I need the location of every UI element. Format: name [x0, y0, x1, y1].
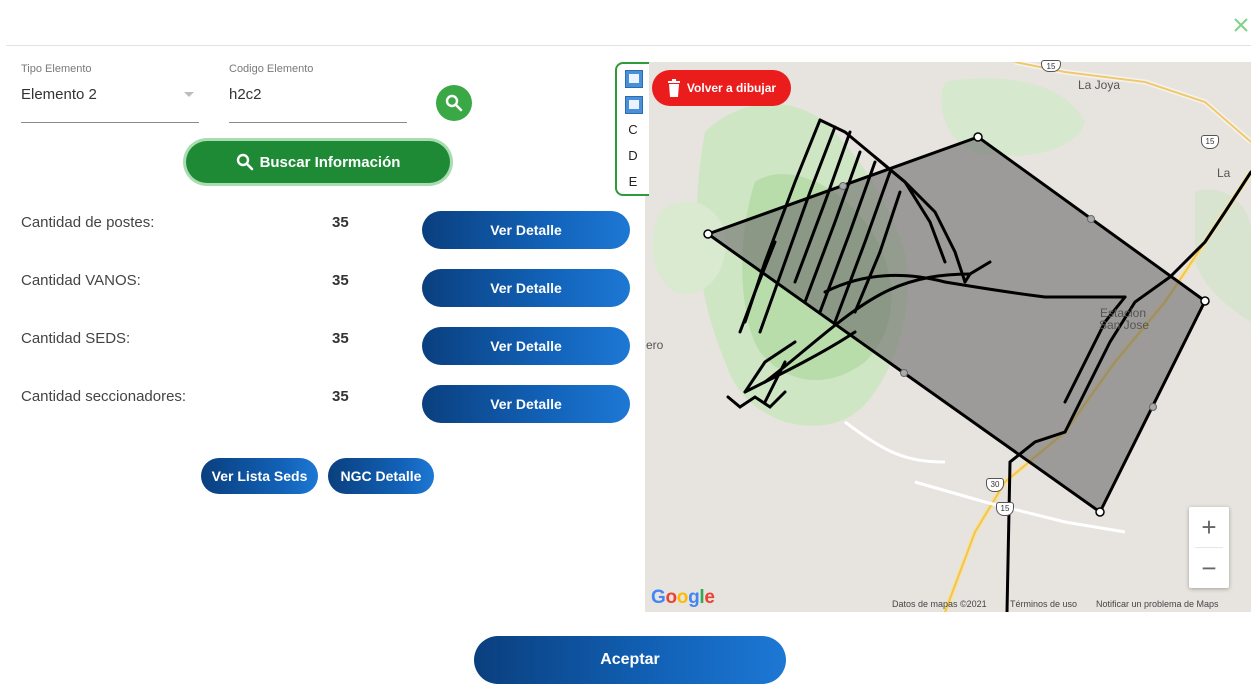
vanos-count: 35 [332, 272, 349, 289]
search-icon [236, 153, 253, 171]
route-shield-icon: 15 [1041, 60, 1061, 72]
route-shield-icon: 30 [986, 478, 1004, 492]
map-label-la-joya: La Joya [1078, 78, 1121, 92]
draw-tool-d[interactable]: D [617, 148, 649, 163]
vanos-ver-detalle-button[interactable]: Ver Detalle [422, 269, 630, 307]
google-logo-letter: G [651, 587, 666, 608]
codigo-elemento-underline [229, 122, 407, 123]
draw-tool-e[interactable]: E [617, 174, 649, 189]
broken-image-icon[interactable] [625, 96, 643, 114]
route-shield-icon: 15 [996, 502, 1014, 516]
draw-toolbar: C D E [615, 62, 649, 196]
buscar-informacion-label: Buscar Información [259, 153, 401, 171]
draw-tool-c[interactable]: C [617, 122, 649, 137]
search-icon [445, 94, 463, 112]
postes-count: 35 [332, 214, 349, 231]
broken-image-icon[interactable] [625, 70, 643, 88]
vanos-label: Cantidad VANOS: [21, 272, 141, 289]
volver-a-dibujar-label: Volver a dibujar [686, 81, 777, 95]
postes-ver-detalle-button[interactable]: Ver Detalle [422, 211, 630, 249]
seccionadores-ver-detalle-button[interactable]: Ver Detalle [422, 385, 630, 423]
ngc-detalle-button[interactable]: NGC Detalle [328, 458, 434, 494]
map-data-attribution: Datos de mapas ©2021 [892, 599, 987, 609]
google-logo-letter: o [665, 587, 677, 608]
zoom-out-button[interactable]: − [1189, 548, 1229, 588]
google-logo-letter: g [688, 587, 700, 608]
search-button[interactable] [436, 85, 472, 121]
buscar-informacion-button[interactable]: Buscar Información [186, 141, 450, 183]
map-label-la: La [1217, 166, 1231, 180]
seccionadores-count: 35 [332, 388, 349, 405]
tipo-elemento-underline [21, 122, 199, 123]
map-terrain [652, 62, 1251, 612]
header-divider [6, 45, 1251, 46]
seccionadores-label: Cantidad seccionadores: [21, 388, 187, 405]
volver-a-dibujar-button[interactable]: Volver a dibujar [652, 70, 791, 106]
terms-of-use-link[interactable]: Términos de uso [1010, 599, 1077, 609]
chevron-down-icon[interactable] [184, 92, 194, 97]
codigo-elemento-input[interactable]: h2c2 [229, 86, 262, 103]
seds-ver-detalle-button[interactable]: Ver Detalle [422, 327, 630, 365]
map-zoom-control: + − [1189, 507, 1229, 588]
map-label-ero: ero [646, 338, 664, 352]
zoom-in-button[interactable]: + [1189, 507, 1229, 547]
codigo-elemento-label: Codigo Elemento [229, 63, 314, 75]
tipo-elemento-select[interactable]: Elemento 2 [21, 86, 97, 103]
tipo-elemento-label: Tipo Elemento [21, 63, 92, 75]
aceptar-button[interactable]: Aceptar [474, 636, 786, 684]
google-logo: Google [651, 587, 715, 609]
close-icon[interactable] [1230, 14, 1251, 36]
postes-label: Cantidad de postes: [21, 214, 155, 231]
seds-count: 35 [332, 330, 349, 347]
trash-icon [667, 79, 680, 97]
report-problem-link[interactable]: Notificar un problema de Maps [1096, 599, 1219, 609]
map-canvas[interactable] [645, 62, 1251, 612]
ver-lista-seds-button[interactable]: Ver Lista Seds [201, 458, 318, 494]
route-shield-icon: 15 [1201, 135, 1219, 149]
map-label-san-jose: San Jose [1099, 318, 1150, 332]
google-logo-letter: o [676, 587, 689, 608]
google-logo-letter: e [704, 587, 715, 608]
seds-label: Cantidad SEDS: [21, 330, 131, 347]
